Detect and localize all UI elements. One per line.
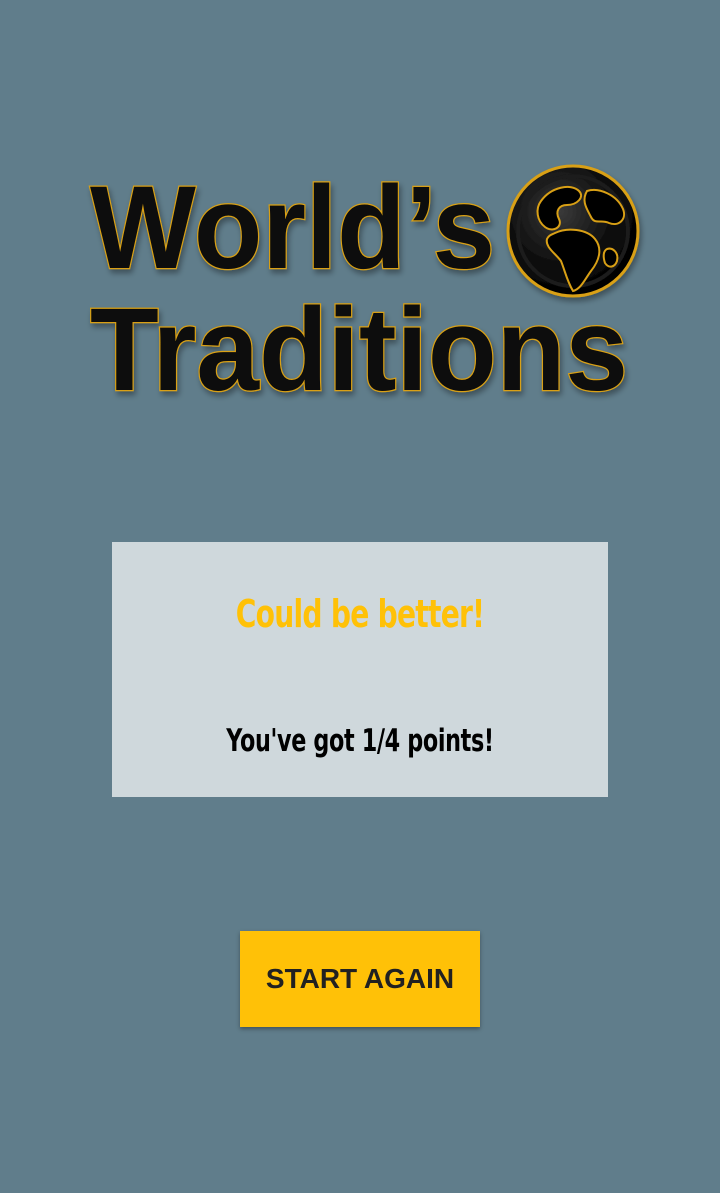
score-text: You've got 1/4 points! (226, 723, 494, 759)
globe-icon (506, 164, 640, 298)
logo-graphic: World’s Traditions (89, 161, 640, 417)
start-again-button[interactable]: START AGAIN (240, 931, 480, 1027)
result-title: Could be better! (235, 592, 485, 636)
logo-line-1: World’s (90, 162, 495, 294)
logo-line-2: Traditions (90, 284, 628, 416)
app-logo: World’s Traditions (84, 158, 650, 417)
